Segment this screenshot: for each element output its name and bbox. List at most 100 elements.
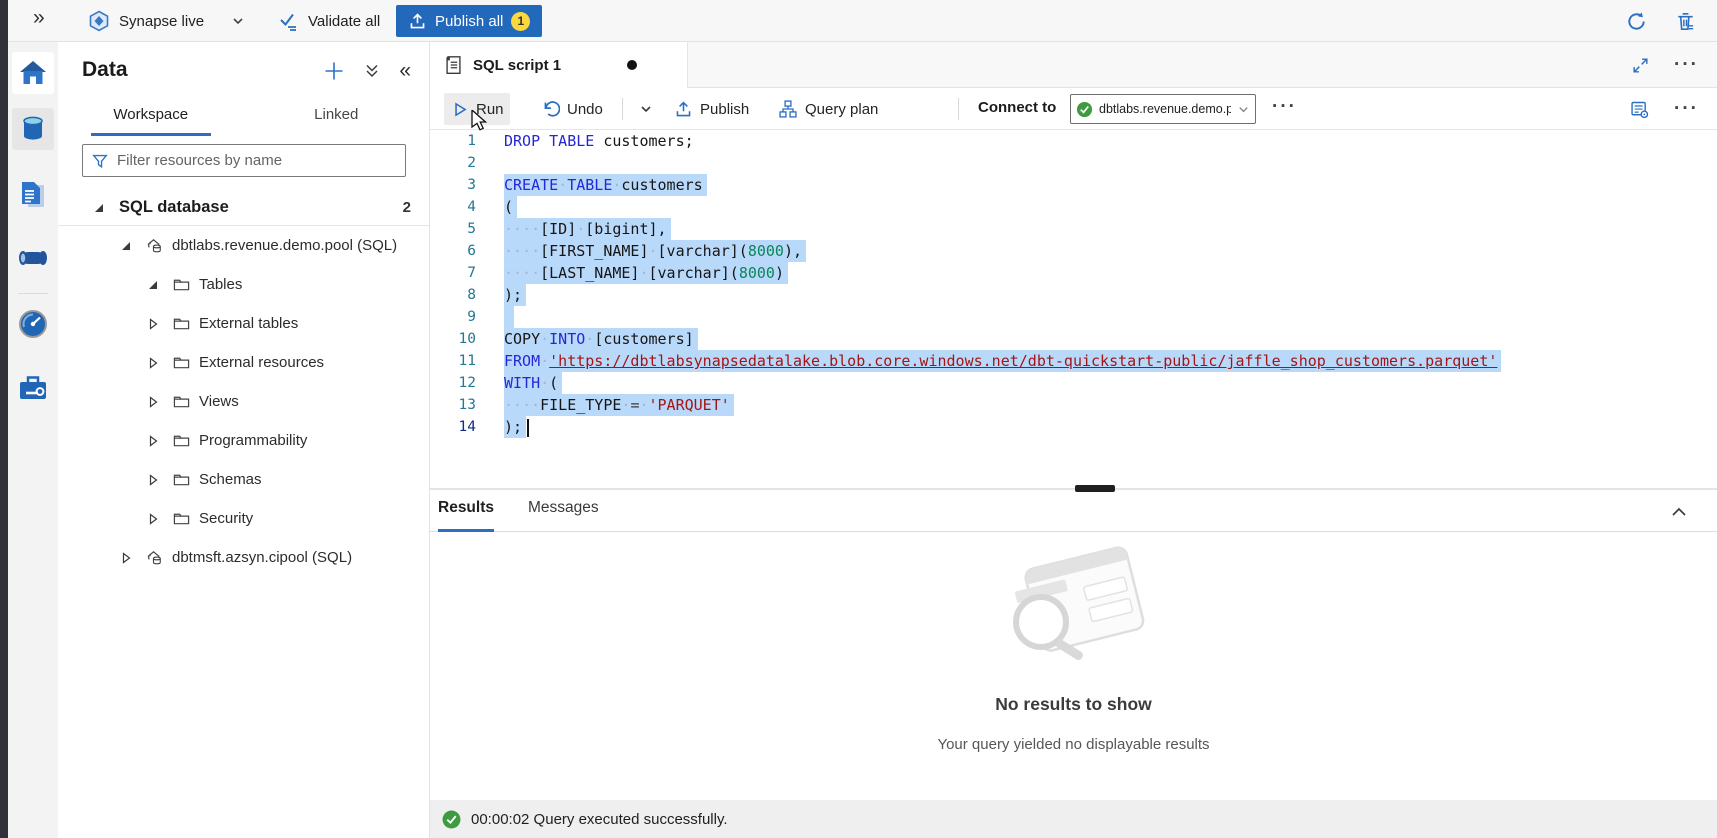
tree-item[interactable]: Programmability [58,421,429,460]
collapse-results-chevron-icon[interactable] [1669,502,1689,522]
code-line[interactable]: 7····[LAST_NAME]·[varchar](8000) [430,262,1717,284]
sql-pool-icon [146,237,163,254]
tab-sql-script-1[interactable]: SQL script 1 [430,42,688,88]
line-number: 4 [430,196,504,218]
line-number: 14 [430,416,504,438]
view-settings-icon[interactable] [1629,99,1650,120]
nav-manage-icon[interactable] [12,367,54,409]
tab-workspace[interactable]: Workspace [58,98,244,136]
code-line[interactable]: 4( [430,196,1717,218]
toolbar-more-icon[interactable]: ··· [1272,102,1297,112]
publish-button[interactable]: Publish [668,93,755,125]
folder-icon [173,471,190,488]
tree-item[interactable]: dbtmsft.azsyn.cipool (SQL) [58,538,429,577]
line-number: 8 [430,284,504,306]
editor-toolbar: Run Undo Publish [430,88,1717,130]
code-line[interactable]: 5····[ID]·[bigint], [430,218,1717,240]
no-results-subtitle: Your query yielded no displayable result… [430,736,1717,753]
code-line[interactable]: 14); [430,416,1717,438]
chevron-down-icon [231,14,245,28]
folder-icon [173,432,190,449]
overflow-chevrons-icon[interactable]: » [33,6,45,30]
tab-more-actions-icon[interactable]: ··· [1674,60,1699,70]
pool-name: dbtlabs.revenue.demo.pool [1099,102,1231,116]
tree-item[interactable]: Security [58,499,429,538]
code-line[interactable]: 2 [430,152,1717,174]
tree-item[interactable]: Tables [58,265,429,304]
editor-more-icon[interactable]: ··· [1674,104,1699,114]
code-line[interactable]: 10COPY·INTO·[customers] [430,328,1717,350]
tab-messages[interactable]: Messages [528,499,599,529]
code-line[interactable]: 1DROP TABLE customers; [430,130,1717,152]
discard-trash-icon[interactable] [1674,10,1697,33]
query-plan-button[interactable]: Query plan [772,93,884,125]
double-chevron-down-icon[interactable] [363,62,381,80]
run-button[interactable]: Run [444,93,510,125]
code-line[interactable]: 6····[FIRST_NAME]·[varchar](8000), [430,240,1717,262]
sql-script-icon [444,54,463,76]
validate-checkmark-icon [278,10,300,32]
nav-home-icon[interactable] [12,52,54,94]
code-line[interactable]: 11FROM·'https://dbtlabsynapsedatalake.bl… [430,350,1717,372]
left-nav-rail [8,42,58,838]
collapse-panel-icon[interactable]: « [399,62,411,80]
nav-develop-icon[interactable] [12,175,54,217]
data-panel-tabs: Workspace Linked [58,98,429,136]
folder-icon [173,276,190,293]
filter-resources-input[interactable] [117,152,397,169]
tree-item[interactable]: Schemas [58,460,429,499]
publish-count-badge: 1 [511,12,530,31]
toolbar-separator [622,98,623,120]
line-number: 5 [430,218,504,240]
tree-item[interactable]: SQL database 2 [58,190,429,226]
pool-selector-dropdown[interactable]: dbtlabs.revenue.demo.pool [1070,94,1256,124]
line-number: 3 [430,174,504,196]
folder-icon [173,354,190,371]
undo-icon [540,99,560,119]
sql-code-editor[interactable]: 1DROP TABLE customers;23CREATE·TABLE·cus… [430,130,1717,488]
tab-results[interactable]: Results [438,499,494,532]
splitter-drag-handle[interactable] [1075,485,1115,492]
resource-tree: SQL database 2 dbtlabs.revenue.demo.pool (… [58,190,429,577]
refresh-icon[interactable] [1625,10,1648,33]
folder-icon [173,393,190,410]
tree-item[interactable]: External tables [58,304,429,343]
run-options-chevron[interactable] [632,93,660,125]
query-status-text: 00:00:02 Query executed successfully. [471,811,728,828]
tab-linked[interactable]: Linked [244,98,430,136]
success-check-icon [442,810,461,829]
document-tabstrip: SQL script 1 ··· [430,42,1717,88]
tree-item-label: SQL database [119,198,229,217]
environment-selector[interactable]: Synapse live [88,0,245,42]
code-line[interactable]: 3CREATE·TABLE·customers [430,174,1717,196]
tree-item[interactable]: dbtlabs.revenue.demo.pool (SQL) [58,226,429,265]
line-number: 9 [430,306,504,328]
expand-editor-icon[interactable] [1631,56,1650,75]
run-play-icon [450,100,469,119]
publish-upload-icon [408,12,427,31]
validate-all-button[interactable]: Validate all [278,0,380,42]
code-lines: 1DROP TABLE customers;23CREATE·TABLE·cus… [430,130,1717,438]
code-line[interactable]: 9 [430,306,1717,328]
top-command-bar: » Synapse live Validate all Publish [8,0,1717,42]
code-line[interactable]: 12WITH·( [430,372,1717,394]
undo-button[interactable]: Undo [534,93,609,125]
code-line[interactable]: 13····FILE_TYPE·=·'PARQUET' [430,394,1717,416]
line-number: 10 [430,328,504,350]
toolbar-separator [958,98,959,120]
rail-divider [18,293,48,294]
nav-monitor-icon[interactable] [12,303,54,345]
nav-integrate-icon[interactable] [12,237,54,279]
nav-data-icon[interactable] [12,108,54,150]
tree-item-count: 2 [403,199,411,216]
tree-item[interactable]: External resources [58,343,429,382]
publish-all-button[interactable]: Publish all 1 [396,5,542,37]
tree-item[interactable]: Views [58,382,429,421]
add-resource-icon[interactable] [323,60,345,82]
line-number: 12 [430,372,504,394]
filter-funnel-icon [91,152,109,170]
line-number: 7 [430,262,504,284]
tree-item-label: dbtmsft.azsyn.cipool (SQL) [172,549,352,566]
code-line[interactable]: 8); [430,284,1717,306]
environment-label: Synapse live [119,13,204,30]
